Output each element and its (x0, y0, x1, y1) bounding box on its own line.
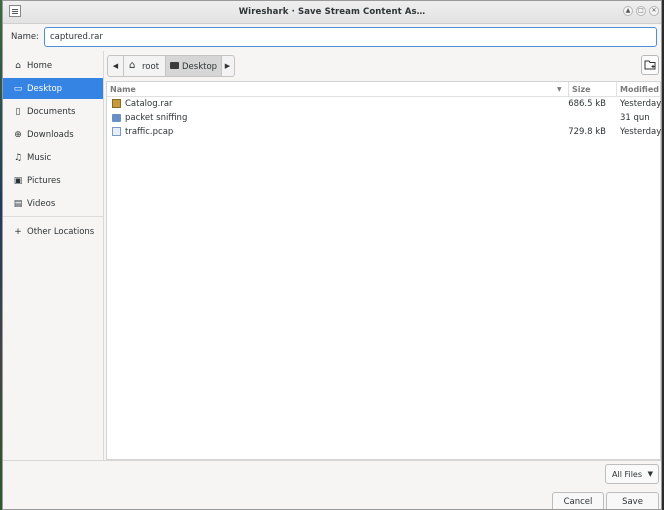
file-modified: Yesterday (620, 127, 662, 137)
file-name: packet sniffing (125, 113, 188, 123)
desktop-icon: ▭ (13, 84, 23, 94)
music-icon: ♫ (13, 153, 23, 163)
cancel-button[interactable]: Cancel (552, 492, 604, 509)
sidebar-item-label: Other Locations (27, 227, 95, 237)
path-back-arrow-icon[interactable]: ◀ (108, 56, 123, 76)
path-bar: ◀ ⌂ root Desktop ▶ (107, 55, 235, 77)
sidebar-item-pictures[interactable]: ▣ Pictures (3, 170, 103, 191)
sort-down-icon[interactable]: ▼ (557, 86, 562, 93)
folder-icon (170, 62, 179, 69)
path-forward-arrow-icon[interactable]: ▶ (220, 56, 235, 76)
home-icon: ⌂ (129, 60, 136, 71)
new-folder-icon (644, 60, 656, 70)
save-dialog: Wireshark · Save Stream Content As… ▲ □ … (2, 0, 662, 510)
chevron-down-icon: ▼ (647, 470, 653, 478)
sidebar-separator (3, 216, 103, 217)
maximize-icon[interactable]: □ (636, 6, 646, 16)
sidebar-item-downloads[interactable]: ⊕ Downloads (3, 124, 103, 145)
sidebar-item-videos[interactable]: ▤ Videos (3, 193, 103, 214)
sidebar-item-label: Desktop (27, 84, 63, 94)
column-header-modified[interactable]: Modified (620, 85, 659, 94)
video-icon: ▤ (13, 199, 23, 209)
window-title: Wireshark · Save Stream Content As… (238, 7, 426, 17)
file-list[interactable]: Name ▼ Size Modified Catalog.rar 686.5 k… (106, 81, 661, 460)
file-row-packet-sniffing[interactable]: packet sniffing 31 qun (107, 111, 660, 125)
document-icon: ▯ (15, 107, 21, 117)
places-sidebar: ⌂ Home ▭ Desktop ▯ Documents ⊕ Downloads… (3, 51, 104, 460)
file-row-traffic-pcap[interactable]: traffic.pcap 729.8 kB Yesterday (107, 125, 662, 139)
column-header-name[interactable]: Name (110, 85, 136, 94)
picture-icon: ▣ (13, 176, 23, 186)
file-name: traffic.pcap (125, 127, 174, 137)
home-icon: ⌂ (15, 61, 21, 71)
minimize-icon[interactable]: ▲ (623, 6, 633, 16)
column-header-size[interactable]: Size (572, 85, 591, 94)
name-label: Name: (11, 32, 39, 42)
create-folder-button[interactable] (641, 55, 659, 75)
sidebar-item-label: Pictures (27, 176, 61, 186)
sidebar-item-desktop[interactable]: ▭ Desktop (3, 78, 103, 99)
sidebar-item-label: Music (27, 153, 52, 163)
path-segment-label: Desktop (182, 62, 218, 72)
sidebar-item-label: Home (27, 61, 53, 71)
path-segment-label: root (142, 62, 160, 72)
column-divider (568, 82, 569, 96)
plus-icon: + (14, 227, 22, 237)
file-size: 729.8 kB (568, 127, 606, 137)
sidebar-item-documents[interactable]: ▯ Documents (3, 101, 103, 122)
file-size: 686.5 kB (568, 99, 606, 109)
file-row-catalog[interactable]: Catalog.rar 686.5 kB Yesterday (107, 97, 662, 111)
sidebar-item-label: Documents (27, 107, 76, 117)
sidebar-item-music[interactable]: ♫ Music (3, 147, 103, 168)
title-bar[interactable]: Wireshark · Save Stream Content As… ▲ □ … (3, 1, 661, 24)
save-button[interactable]: Save (606, 492, 659, 509)
dialog-footer: All Files ▼ Cancel Save (3, 460, 661, 509)
filename-input[interactable] (44, 27, 657, 47)
close-icon[interactable]: ✕ (649, 6, 659, 16)
name-bar: Name: (3, 23, 661, 49)
file-list-header: Name ▼ Size Modified (107, 82, 660, 97)
file-type-filter-select[interactable]: All Files ▼ (605, 464, 659, 484)
pcap-file-icon (112, 127, 121, 136)
file-name: Catalog.rar (125, 99, 173, 109)
filter-selected-label: All Files (612, 470, 643, 479)
download-icon: ⊕ (14, 130, 22, 140)
file-modified: Yesterday (620, 99, 662, 109)
column-divider (616, 82, 617, 96)
sidebar-item-home[interactable]: ⌂ Home (3, 55, 103, 76)
sidebar-item-label: Videos (27, 199, 56, 209)
folder-icon (112, 114, 121, 122)
path-segment-desktop[interactable]: Desktop (165, 56, 222, 76)
archive-icon (112, 99, 121, 108)
file-modified: 31 qun (620, 113, 650, 123)
sidebar-item-label: Downloads (27, 130, 74, 140)
sidebar-item-other-locations[interactable]: + Other Locations (3, 221, 103, 242)
path-segment-root[interactable]: ⌂ root (123, 56, 166, 76)
